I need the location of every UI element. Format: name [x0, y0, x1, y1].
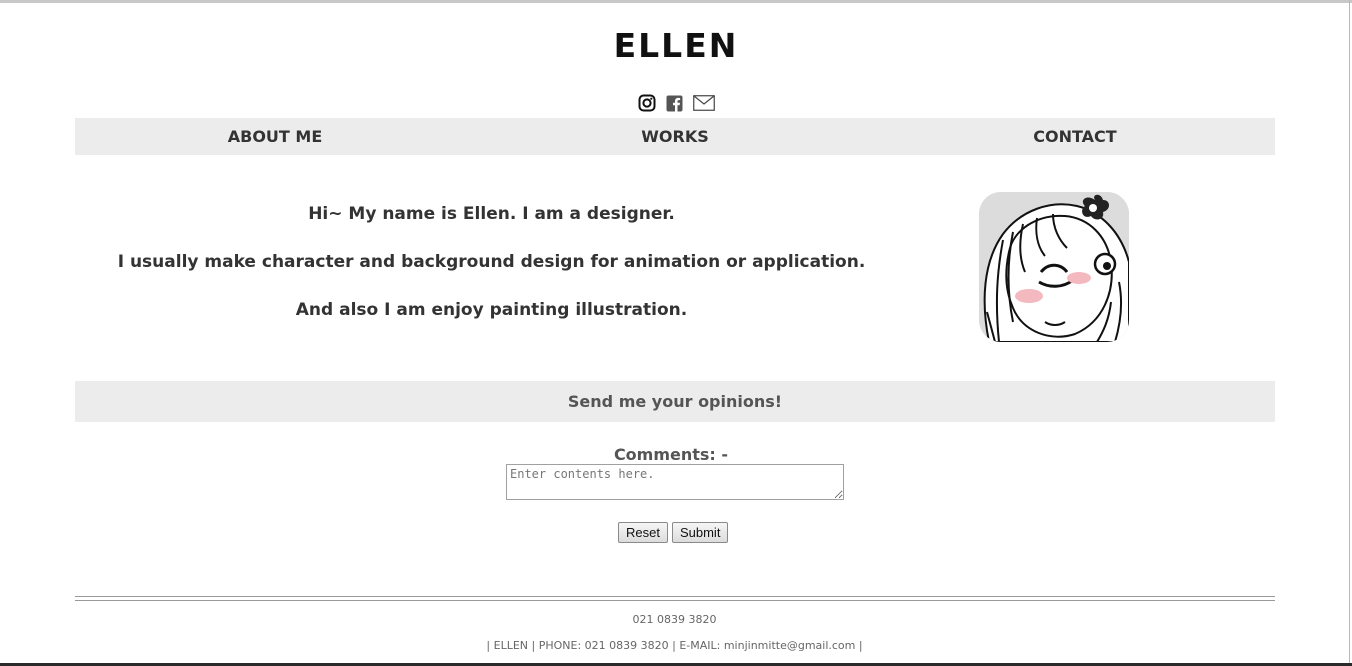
- submit-button[interactable]: Submit: [671, 522, 729, 543]
- comment-textarea[interactable]: [506, 464, 844, 500]
- footer-phone: 021 0839 3820: [632, 613, 717, 626]
- comments-label: Comments: -: [613, 445, 729, 464]
- nav-contact[interactable]: CONTACT: [875, 118, 1275, 155]
- intro-line: Hi~ My name is Ellen. I am a designer.: [308, 204, 675, 224]
- main-nav: ABOUT ME WORKS CONTACT: [75, 118, 1275, 155]
- profile-avatar: [979, 192, 1129, 342]
- form-buttons: Reset Submit: [618, 522, 729, 543]
- footer-info: | ELLEN | PHONE: 021 0839 3820 | E-MAIL:…: [486, 639, 863, 652]
- intro-line: I usually make character and background …: [117, 252, 866, 272]
- reset-button[interactable]: Reset: [618, 522, 668, 543]
- instagram-icon[interactable]: [638, 94, 656, 112]
- intro-line: And also I am enjoy painting illustratio…: [295, 300, 688, 320]
- facebook-icon[interactable]: [666, 95, 683, 112]
- opinions-heading: Send me your opinions!: [75, 381, 1275, 422]
- mail-icon[interactable]: [693, 95, 715, 111]
- site-title: ELLEN: [613, 26, 739, 65]
- footer-divider: [75, 596, 1275, 597]
- intro-text: Hi~ My name is Ellen. I am a designer. I…: [75, 190, 908, 334]
- social-links: [638, 93, 715, 113]
- top-border: [0, 0, 1352, 3]
- scrollbar-edge: [1349, 0, 1350, 666]
- nav-about-me[interactable]: ABOUT ME: [75, 118, 475, 155]
- footer-divider: [75, 600, 1275, 601]
- nav-works[interactable]: WORKS: [475, 118, 875, 155]
